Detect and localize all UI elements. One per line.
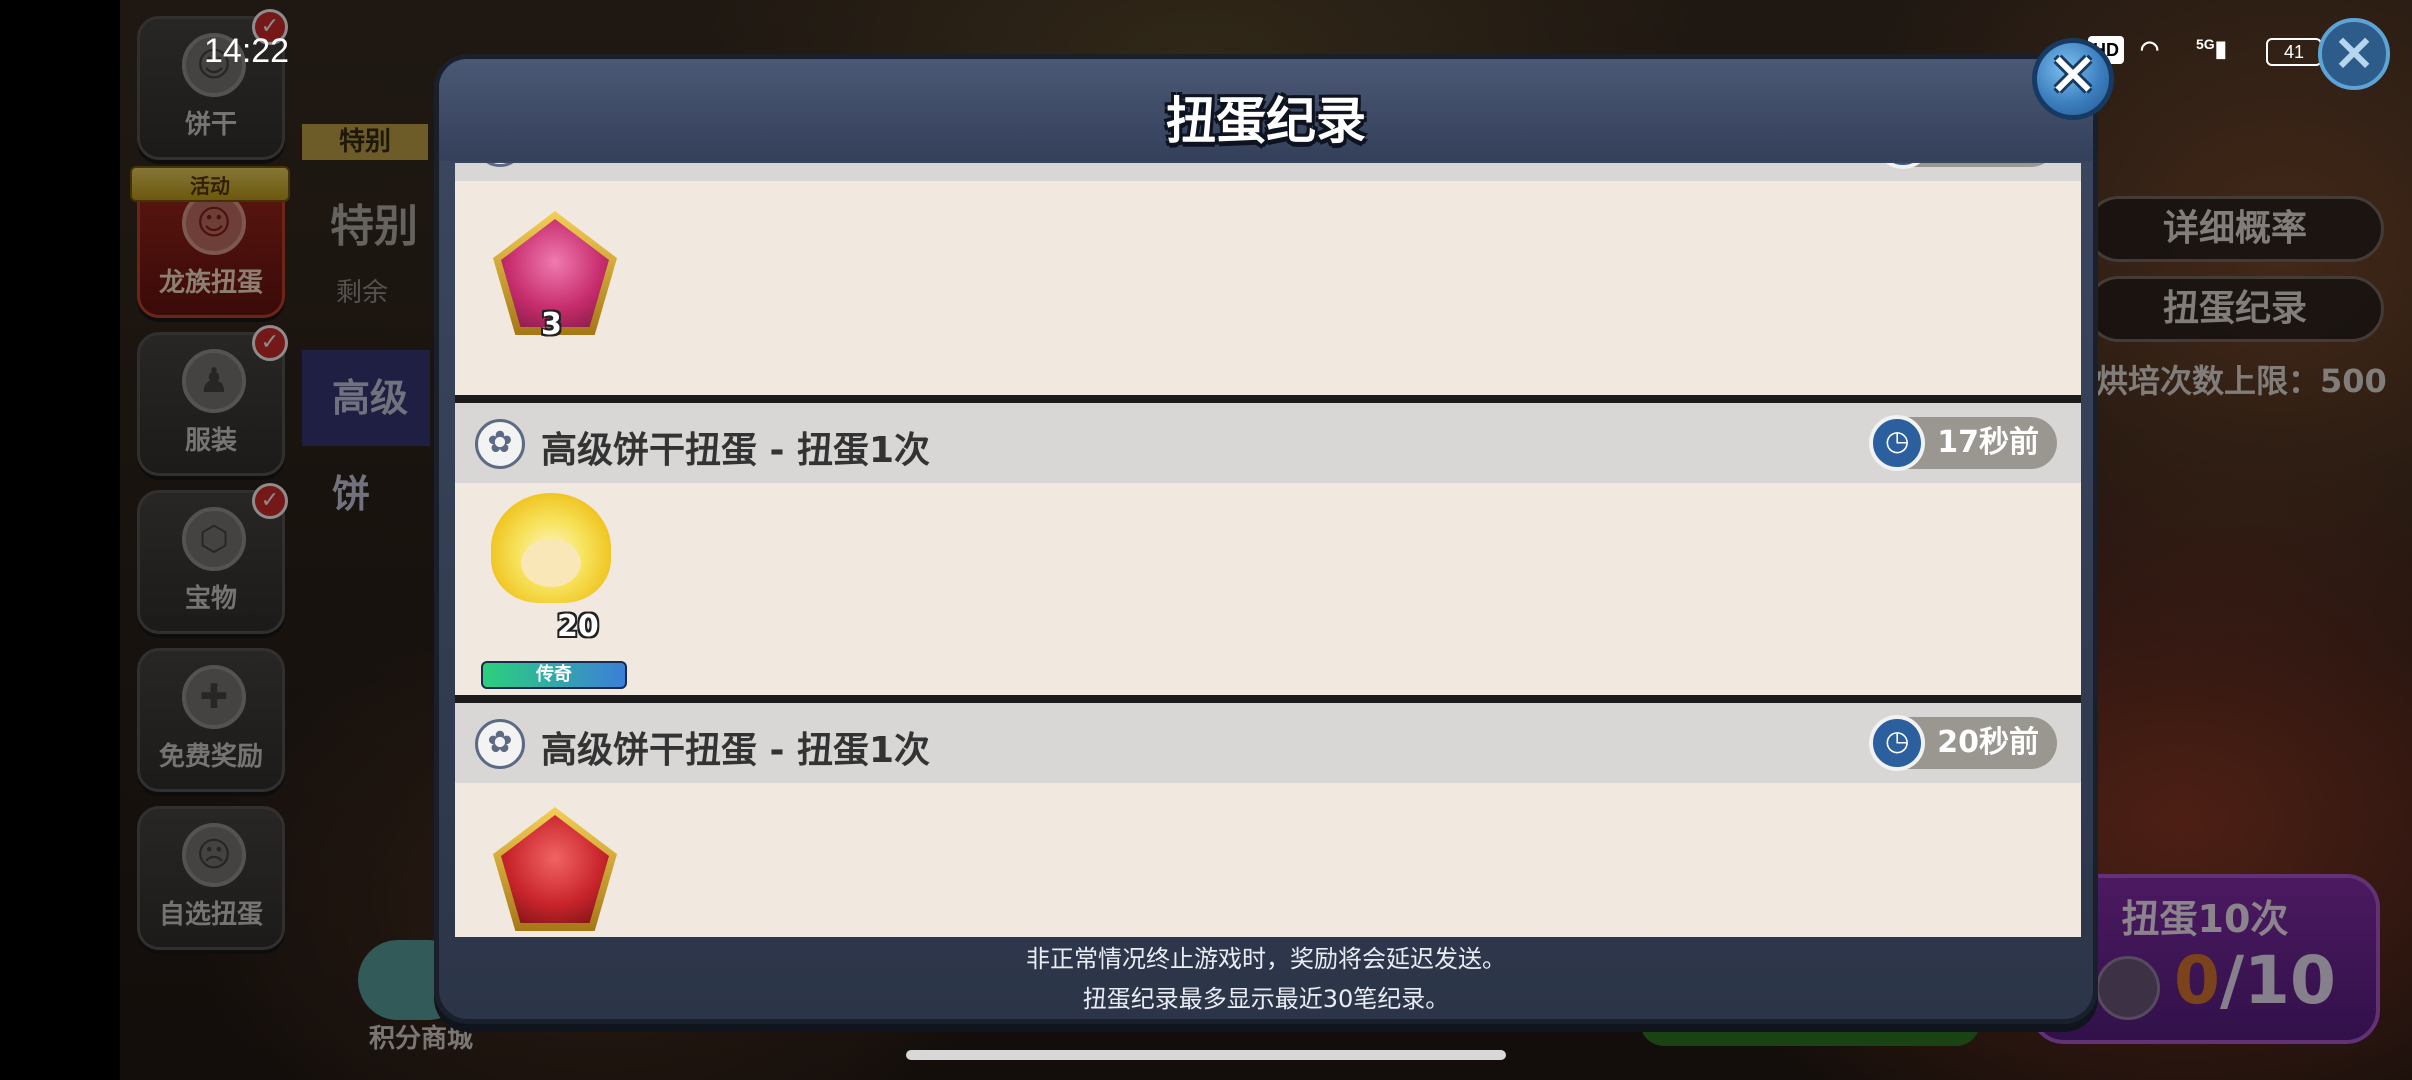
gacha-type-icon: ✿ [475, 163, 525, 167]
game-screen: 特别 特别 剩余 高级饼 详细概率 扭蛋纪录 烘培次数上限：500 扭蛋10次 … [0, 0, 2412, 1080]
entry-time: ◷ [1875, 163, 2057, 169]
network-type: 5G [2196, 36, 2215, 52]
cookie-portrait-icon: 20 [485, 489, 617, 644]
history-list[interactable]: ✿ ◷ 3 ✿ 高级饼干扭蛋 - 扭蛋1次 ◷17秒前 [455, 163, 2081, 937]
dialog-header: 扭蛋纪录 [439, 59, 2093, 161]
footer-note-delay: 非正常情况终止游戏时，奖励将会延迟发送。 [1026, 945, 1506, 973]
gacha-type-icon: ✿ [475, 719, 525, 769]
reward-item[interactable] [493, 807, 617, 931]
entry-time: ◷ 20秒前 [1869, 715, 2057, 771]
dialog-footer: 非正常情况终止游戏时，奖励将会延迟发送。 扭蛋纪录最多显示最近30笔纪录。 [439, 939, 2093, 1019]
gacha-type-icon: ✿ [475, 419, 525, 469]
entry-header: ✿ 高级饼干扭蛋 - 扭蛋1次 ◷ 20秒前 [455, 703, 2081, 783]
history-entry: ✿ 高级饼干扭蛋 - 扭蛋1次 ◷ 20秒前 [455, 703, 2081, 937]
item-quantity: 3 [541, 307, 562, 342]
footer-note-limit: 扭蛋纪录最多显示最近30笔纪录。 [1082, 985, 1450, 1013]
item-quantity: 20 [557, 609, 599, 644]
history-entry: ✿ 高级饼干扭蛋 - 扭蛋1次 ◷ 17秒前 20 传奇 [455, 403, 2081, 695]
reward-item[interactable]: 3 [493, 211, 617, 342]
status-time: 14:22 [204, 32, 290, 70]
entry-time: ◷ 17秒前 [1869, 415, 2057, 471]
history-entry: ✿ ◷ 3 [455, 163, 2081, 395]
home-indicator[interactable] [906, 1050, 1506, 1060]
entry-name: 高级饼干扭蛋 - 扭蛋1次 [541, 730, 931, 771]
entry-header: ✿ 高级饼干扭蛋 - 扭蛋1次 ◷ 17秒前 [455, 403, 2081, 483]
clock-icon: ◷ [1869, 715, 1926, 771]
dialog-close-button[interactable]: ✕ [2032, 38, 2114, 120]
gacha-history-dialog: 扭蛋纪录 ✿ ◷ 3 ✿ 高级饼干扭蛋 - 扭蛋1次 ◷17秒前 [434, 54, 2098, 1024]
clock-icon: ◷ [1869, 415, 1926, 471]
soulstone-icon [493, 807, 617, 931]
entry-header: ✿ ◷ [455, 163, 2081, 181]
wifi-icon: ◠ [2140, 36, 2160, 61]
dialog-title: 扭蛋纪录 [1166, 92, 1366, 150]
signal-icon: 5G▮ [2196, 36, 2227, 61]
entry-name: 高级饼干扭蛋 - 扭蛋1次 [541, 430, 931, 471]
screen-close-button[interactable]: × [2318, 18, 2390, 90]
rarity-badge: 传奇 [481, 661, 627, 689]
clock-icon: ◷ [1875, 163, 1931, 169]
battery-icon: 41 [2266, 38, 2322, 66]
reward-item[interactable]: 20 传奇 [455, 489, 655, 689]
